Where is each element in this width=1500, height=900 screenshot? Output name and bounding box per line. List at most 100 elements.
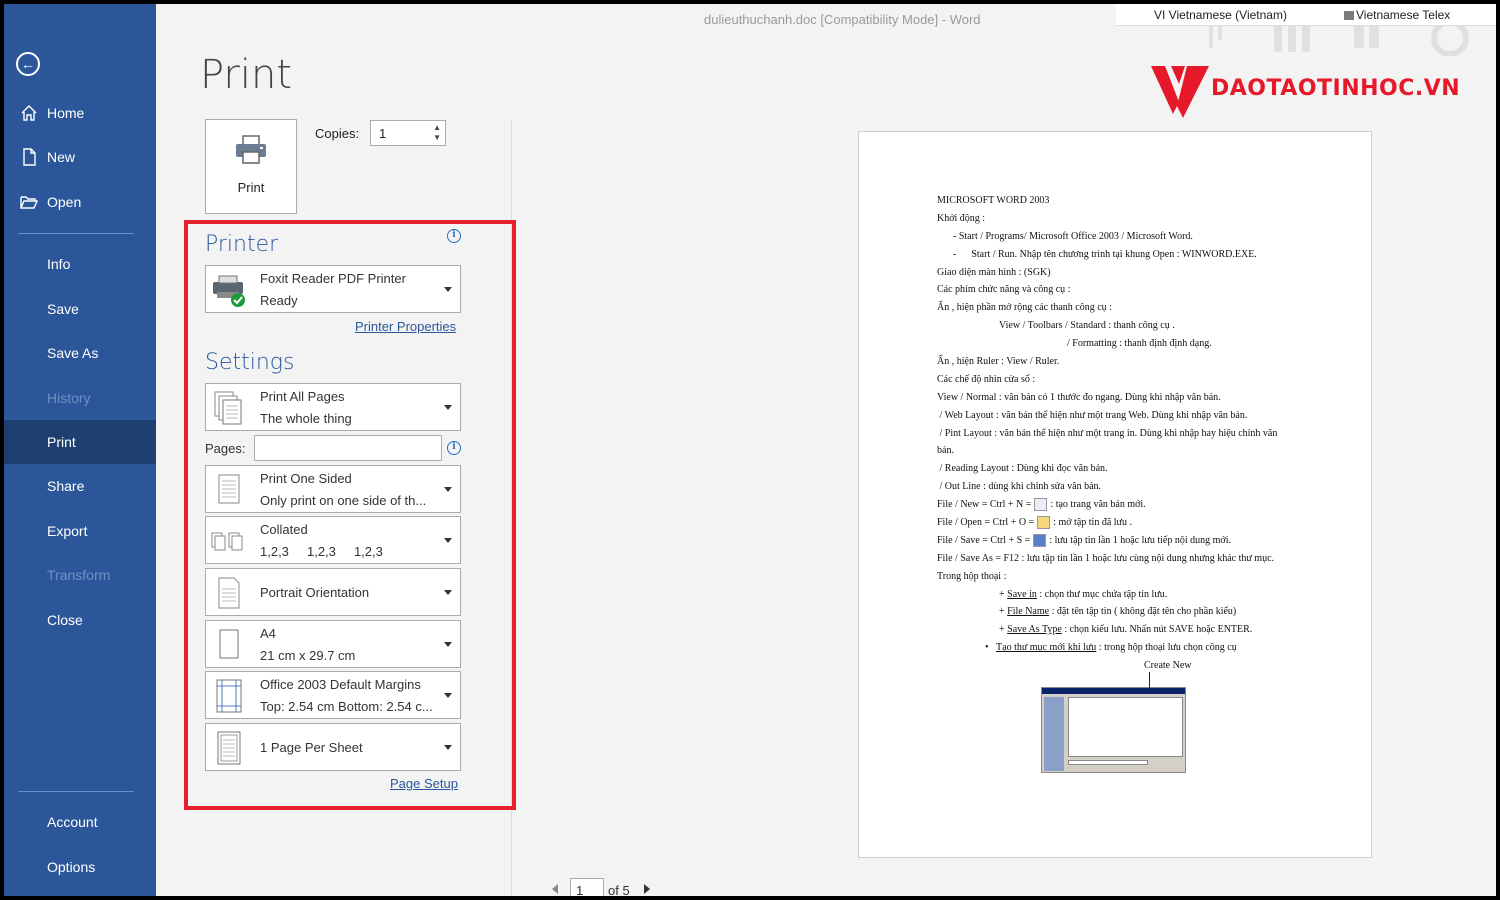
printer-name: Foxit Reader PDF Printer (260, 271, 406, 286)
printer-icon (236, 135, 266, 164)
doc-line: Khởi động : (937, 212, 986, 224)
doc-line: File / Open = Ctrl + O =: mở tập tin đã … (937, 516, 1132, 530)
margins-desc: Top: 2.54 cm Bottom: 2.54 c... (260, 699, 433, 714)
spin-arrows-icon[interactable]: ▲ ▼ (433, 123, 441, 143)
sidebar-item-label: Export (47, 523, 88, 539)
doc-line: File / Save = Ctrl + S =: lưu tập tin lầ… (937, 534, 1231, 548)
margins-dropdown[interactable]: Office 2003 Default Margins Top: 2.54 cm… (205, 671, 461, 719)
back-arrow-icon[interactable]: ← (16, 52, 40, 76)
chevron-down-icon (444, 693, 452, 698)
doc-line: Các chế độ nhìn cửa sổ : (937, 373, 1036, 385)
sidebar-item-share[interactable]: Share (4, 464, 156, 508)
current-page-input[interactable]: 1 (570, 878, 604, 896)
doc-line: File / New = Ctrl + N =: tạo trang văn b… (937, 498, 1146, 512)
sidebar-item-save-as[interactable]: Save As (4, 331, 156, 375)
sidebar-item-label: History (47, 390, 91, 406)
doc-line: / Out Line : dùng khi chỉnh sửa văn bản. (937, 481, 1102, 493)
sidebar-item-label: Close (47, 612, 83, 628)
language-bar: VI Vietnamese (Vietnam) Vietnamese Telex (1116, 4, 1496, 26)
home-icon (21, 105, 37, 121)
ribbon-watermark-icon (1209, 26, 1469, 56)
chevron-down-icon (444, 487, 452, 492)
sidebar-item-info[interactable]: Info (4, 242, 156, 286)
doc-line: View / Normal : văn bản có 1 thước đo ng… (937, 391, 1221, 403)
copies-value: 1 (379, 126, 387, 141)
print-button-label: Print (237, 180, 265, 195)
chevron-down-icon (444, 590, 452, 595)
doc-line: / Pint Layout : văn bản thể hiện như một… (937, 427, 1278, 439)
sidebar-item-home[interactable]: Home (4, 91, 156, 135)
print-preview-page: MICROSOFT WORD 2003 Khởi động : - Start … (858, 131, 1372, 858)
sides-dropdown[interactable]: Print One Sided Only print on one side o… (205, 465, 461, 513)
paper-size-icon (219, 629, 239, 659)
printer-ready-icon (213, 275, 245, 307)
print-button[interactable]: Print (205, 119, 297, 214)
chevron-down-icon (444, 287, 452, 292)
sidebar-item-new[interactable]: New (4, 135, 156, 179)
sidebar-item-label: Save As (47, 345, 99, 361)
info-icon[interactable]: i (447, 229, 461, 243)
previous-page-icon[interactable] (552, 884, 558, 894)
page-range-desc: The whole thing (260, 411, 352, 426)
sidebar-item-account[interactable]: Account (4, 800, 156, 844)
page-setup-link[interactable]: Page Setup (390, 776, 458, 791)
page-title: Print (200, 52, 293, 98)
sidebar-item-close[interactable]: Close (4, 598, 156, 642)
sidebar-item-label: Home (47, 105, 85, 121)
backstage-sidebar: ← Home New Open Info Save Save As Histor… (4, 4, 156, 896)
doc-line: + Save in : chọn thư mục chứa tập tin lư… (999, 588, 1168, 600)
margins-label: Office 2003 Default Margins (260, 677, 421, 692)
page-total: of 5 (608, 883, 630, 896)
chevron-down-icon (444, 538, 452, 543)
sidebar-item-open[interactable]: Open (4, 180, 156, 224)
copies-stepper[interactable]: 1 ▲ ▼ (370, 120, 446, 146)
one-sided-icon (218, 474, 240, 504)
next-page-icon[interactable] (644, 884, 650, 894)
sidebar-item-options[interactable]: Options (4, 845, 156, 889)
collation-label: Collated (260, 522, 308, 537)
paper-size-dropdown[interactable]: A4 21 cm x 29.7 cm (205, 620, 461, 668)
sides-label: Print One Sided (260, 471, 352, 486)
doc-line: / Web Layout : văn bản thể hiện như một … (937, 409, 1248, 421)
folder-open-icon (20, 196, 38, 209)
chevron-down-icon (444, 405, 452, 410)
input-method[interactable]: Vietnamese Telex (1344, 8, 1450, 22)
folder-open-icon (1037, 516, 1051, 530)
printer-section-title: Printer (205, 232, 279, 257)
doc-line: Giao diện màn hình : (SGK) (937, 266, 1051, 278)
doc-line: / Reading Layout : Dùng khi đọc văn bản. (937, 463, 1108, 475)
printer-properties-link[interactable]: Printer Properties (355, 319, 456, 334)
sidebar-item-print[interactable]: Print (4, 420, 156, 464)
pages-label: Pages: (205, 441, 246, 456)
doc-line: - Start / Run. Nhập tên chương trình tại… (953, 248, 1257, 260)
sidebar-item-save[interactable]: Save (4, 287, 156, 331)
info-icon[interactable]: i (447, 441, 461, 455)
pages-input[interactable] (254, 435, 442, 461)
sidebar-item-export[interactable]: Export (4, 509, 156, 553)
keyboard-icon (1344, 11, 1354, 20)
doc-line: Ẩn , hiện phần mở rộng các thanh công cụ… (937, 302, 1112, 314)
input-method-label: Vietnamese Telex (1356, 8, 1451, 22)
sides-desc: Only print on one side of th... (260, 493, 427, 508)
doc-line: MICROSOFT WORD 2003 (937, 195, 1050, 206)
pages-per-sheet-dropdown[interactable]: 1 Page Per Sheet (205, 723, 461, 771)
doc-line: - Start / Programs/ Microsoft Office 200… (953, 230, 1193, 242)
sidebar-item-label: Info (47, 256, 71, 272)
portrait-icon (218, 577, 240, 609)
input-language[interactable]: VI Vietnamese (Vietnam) (1154, 8, 1287, 22)
collation-dropdown[interactable]: Collated 1,2,3 1,2,3 1,2,3 (205, 516, 461, 564)
doc-line: Create New (1144, 660, 1192, 672)
sidebar-item-label: Print (47, 434, 76, 450)
sidebar-item-label: Share (47, 478, 85, 494)
chevron-down-icon (444, 642, 452, 647)
doc-line: / Formatting : thanh định định dạng. (1067, 338, 1212, 350)
orientation-dropdown[interactable]: Portrait Orientation (205, 568, 461, 616)
doc-line: Trong hộp thoại : (937, 570, 1007, 582)
page-range-dropdown[interactable]: Print All Pages The whole thing (205, 383, 461, 431)
sidebar-item-label: Account (47, 814, 98, 830)
paper-size-label: A4 (260, 626, 276, 641)
printer-dropdown[interactable]: Foxit Reader PDF Printer Ready (205, 265, 461, 313)
word-backstage: ← Home New Open Info Save Save As Histor… (4, 4, 1496, 896)
sidebar-item-label: New (47, 149, 76, 165)
sidebar-item-label: Save (47, 301, 79, 317)
